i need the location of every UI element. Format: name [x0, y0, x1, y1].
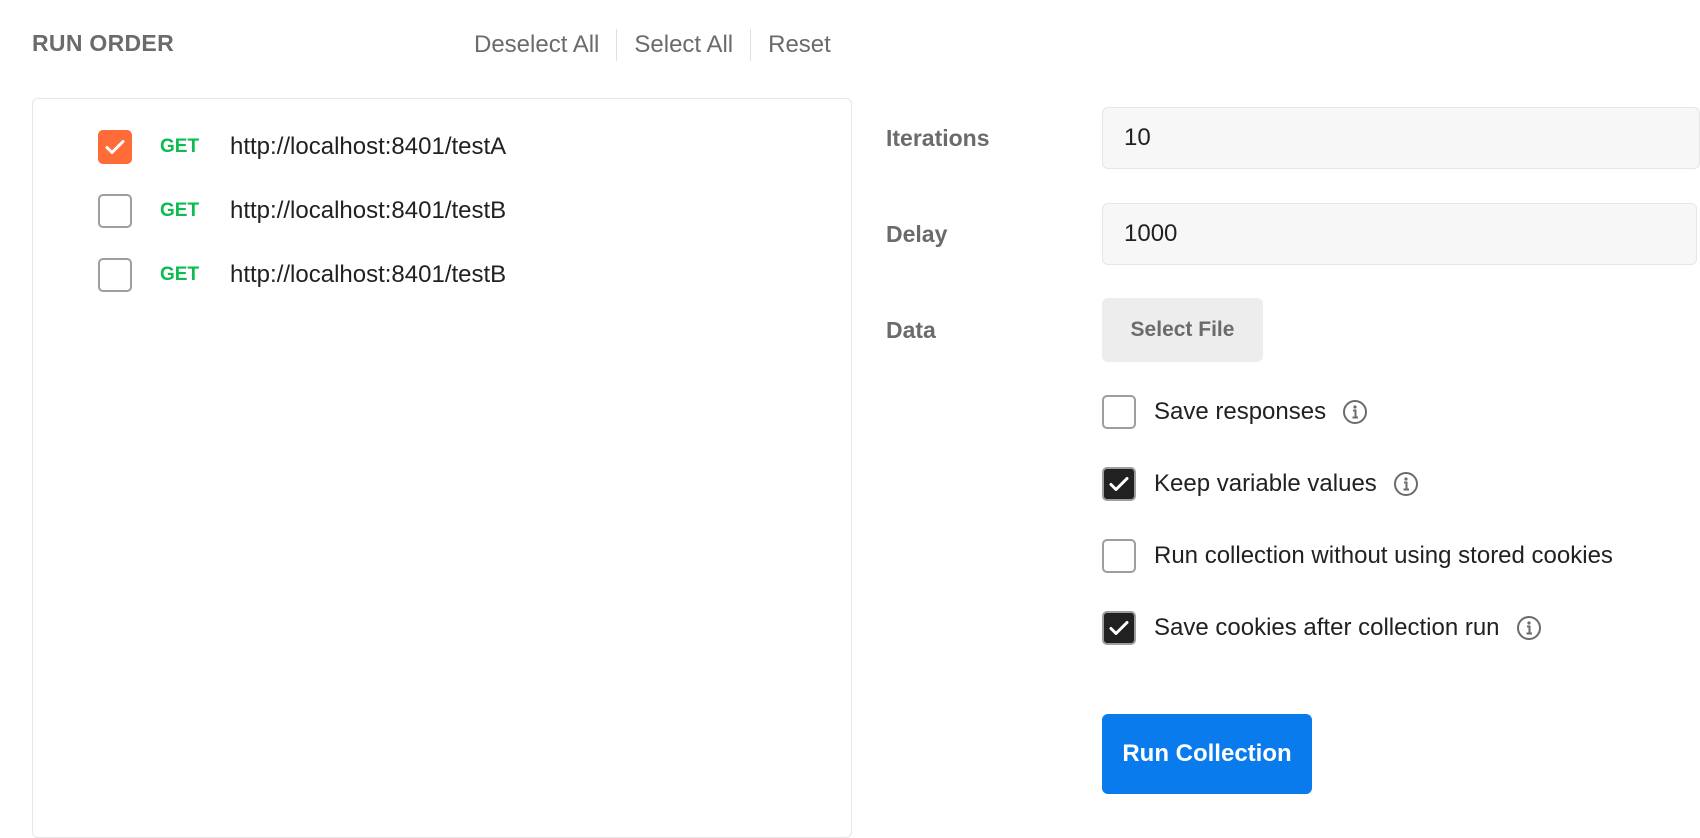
- check-icon: [105, 140, 125, 154]
- request-checkbox[interactable]: [98, 130, 132, 164]
- save-cookies-checkbox[interactable]: [1102, 611, 1136, 645]
- list-item[interactable]: GET http://localhost:8401/testA: [98, 129, 506, 165]
- run-without-cookies-option[interactable]: Run collection without using stored cook…: [1102, 538, 1613, 574]
- data-label: Data: [886, 317, 936, 343]
- select-all-button[interactable]: Select All: [634, 31, 733, 59]
- delay-input[interactable]: 1000: [1102, 203, 1697, 265]
- run-without-cookies-label: Run collection without using stored cook…: [1154, 542, 1613, 569]
- request-method: GET: [160, 136, 200, 157]
- request-checkbox[interactable]: [98, 194, 132, 228]
- request-url: http://localhost:8401/testA: [230, 133, 507, 160]
- run-collection-button[interactable]: Run Collection: [1102, 714, 1312, 794]
- save-responses-option[interactable]: Save responses: [1102, 394, 1368, 430]
- info-icon[interactable]: [1516, 615, 1542, 641]
- keep-variable-values-label: Keep variable values: [1154, 470, 1377, 497]
- iterations-input[interactable]: 10: [1102, 107, 1700, 169]
- deselect-all-button[interactable]: Deselect All: [474, 31, 599, 59]
- reset-button[interactable]: Reset: [768, 31, 831, 59]
- request-url: http://localhost:8401/testB: [230, 261, 507, 288]
- request-checkbox[interactable]: [98, 258, 132, 292]
- request-list: GET http://localhost:8401/testA GET http…: [32, 98, 852, 838]
- request-method: GET: [160, 200, 200, 221]
- divider: [616, 29, 618, 61]
- select-file-button[interactable]: Select File: [1102, 298, 1263, 362]
- list-item[interactable]: GET http://localhost:8401/testB: [98, 193, 506, 229]
- info-icon[interactable]: [1342, 399, 1368, 425]
- iterations-label: Iterations: [886, 125, 990, 151]
- keep-variable-values-option[interactable]: Keep variable values: [1102, 466, 1419, 502]
- run-order-title: RUN ORDER: [32, 30, 174, 56]
- info-icon[interactable]: [1393, 471, 1419, 497]
- save-cookies-option[interactable]: Save cookies after collection run: [1102, 610, 1542, 646]
- run-order-actions: Deselect All Select All Reset: [474, 28, 831, 62]
- delay-label: Delay: [886, 221, 948, 247]
- keep-variable-values-checkbox[interactable]: [1102, 467, 1136, 501]
- list-item[interactable]: GET http://localhost:8401/testB: [98, 257, 506, 293]
- request-method: GET: [160, 264, 200, 285]
- save-responses-label: Save responses: [1154, 398, 1327, 425]
- save-responses-checkbox[interactable]: [1102, 395, 1136, 429]
- request-url: http://localhost:8401/testB: [230, 197, 507, 224]
- check-icon: [1109, 477, 1129, 491]
- check-icon: [1109, 621, 1129, 635]
- save-cookies-label: Save cookies after collection run: [1154, 614, 1500, 641]
- run-without-cookies-checkbox[interactable]: [1102, 539, 1136, 573]
- divider: [750, 29, 752, 61]
